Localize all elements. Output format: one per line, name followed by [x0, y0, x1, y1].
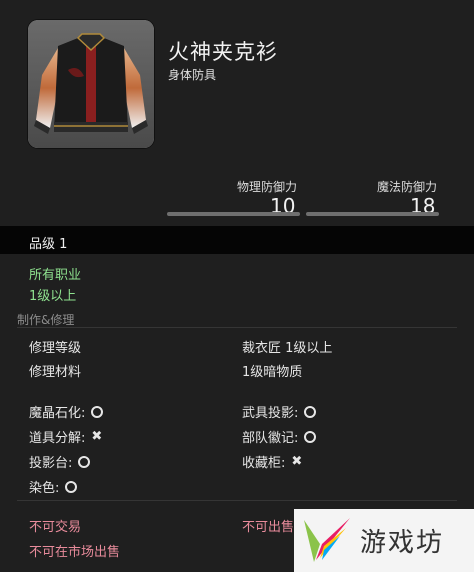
restrictions-divider — [17, 500, 457, 501]
physical-defense-label: 物理防御力 — [237, 180, 298, 194]
property-label: 投影台: — [29, 456, 73, 471]
level-requirement: 1级以上 — [29, 289, 77, 304]
item-grade: 品级 1 — [29, 237, 68, 252]
property-label: 收藏柜: — [242, 456, 286, 471]
property-dye: 染色: — [29, 477, 78, 496]
cross-icon: ✖ — [91, 429, 103, 444]
property-materia: 魔晶石化: — [29, 402, 104, 421]
repair-level-label: 修理等级 — [29, 341, 82, 356]
cross-icon: ✖ — [291, 454, 303, 469]
circle-icon — [78, 455, 91, 468]
magic-defense-bar — [306, 212, 439, 216]
grade-band — [0, 226, 474, 254]
repair-material-value: 1级暗物质 — [242, 365, 303, 380]
item-type: 身体防具 — [168, 68, 217, 82]
physical-defense-bar — [167, 212, 300, 216]
unsellable-text: 不可出售 — [242, 520, 295, 535]
property-label: 部队徽记: — [242, 431, 299, 446]
watermark: 游戏坊 — [294, 509, 474, 572]
circle-icon — [65, 480, 78, 493]
circle-icon — [304, 430, 317, 443]
jacket-icon — [28, 20, 154, 148]
repair-level-value: 裁衣匠 1级以上 — [242, 341, 333, 356]
market-prohibited-text: 不可在市场出售 — [29, 545, 121, 560]
property-armoire: 收藏柜: ✖ — [242, 452, 302, 471]
property-label: 武具投影: — [242, 406, 299, 421]
property-glamour-dresser: 投影台: — [29, 452, 91, 471]
watermark-logo-icon — [304, 517, 350, 562]
untradable-text: 不可交易 — [29, 520, 82, 535]
class-requirement: 所有职业 — [29, 268, 82, 283]
section-divider — [17, 327, 457, 328]
property-label: 道具分解: — [29, 431, 86, 446]
property-desynthesis: 道具分解: ✖ — [29, 427, 102, 446]
magic-defense-label: 魔法防御力 — [377, 180, 438, 194]
property-company-crest: 部队徽记: — [242, 427, 317, 446]
property-glamour: 武具投影: — [242, 402, 317, 421]
property-label: 魔晶石化: — [29, 406, 86, 421]
circle-icon — [304, 405, 317, 418]
circle-icon — [91, 405, 104, 418]
repair-material-label: 修理材料 — [29, 365, 82, 380]
craft-section-title: 制作&修理 — [17, 313, 75, 327]
item-icon-frame — [28, 20, 154, 148]
item-name: 火神夹克衫 — [168, 40, 278, 64]
watermark-text: 游戏坊 — [360, 528, 445, 558]
property-label: 染色: — [29, 481, 60, 496]
